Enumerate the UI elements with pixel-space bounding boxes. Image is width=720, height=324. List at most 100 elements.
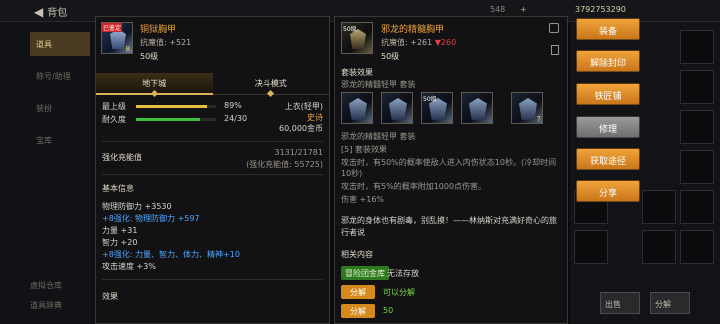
resource-count: 548 bbox=[490, 5, 506, 14]
enhance-value: 3131/21781 bbox=[274, 148, 323, 157]
level-tag: 50级 bbox=[343, 26, 357, 33]
tab-pvp[interactable]: 决斗模式 bbox=[212, 73, 329, 98]
tag-disassemble-text: 可以分解 bbox=[383, 288, 415, 297]
inventory-slot[interactable] bbox=[680, 70, 714, 104]
enhance-sub: (强化充能值: 55725) bbox=[246, 160, 323, 169]
set-piece-slot[interactable] bbox=[461, 92, 493, 124]
stat-line: 攻击速度 +3% bbox=[102, 262, 156, 271]
resist-label: 抗魔值 bbox=[381, 38, 405, 47]
item-name: 铜狱胸甲 bbox=[140, 25, 177, 35]
diamond-icon bbox=[150, 89, 158, 98]
inventory-slot[interactable] bbox=[680, 230, 714, 264]
flavor-text: 邪龙的身体也有剧毒，别乱摸！——林纳斯对充满好奇心的旅行者说 bbox=[341, 216, 557, 237]
inventory-slot[interactable] bbox=[680, 150, 714, 184]
basic-info-title: 基本信息 bbox=[102, 184, 134, 193]
slot-label: 50级 bbox=[423, 96, 437, 103]
slot-num: 7 bbox=[536, 115, 541, 123]
stat-line: 力量 +31 bbox=[102, 226, 138, 235]
item-icon-chest-armor: 已鉴定 8 bbox=[101, 22, 133, 54]
set-name: 邪龙的精髓轻甲 套装 bbox=[341, 80, 416, 89]
item-level: 50级 bbox=[140, 52, 159, 61]
effect-title: 效果 bbox=[102, 292, 118, 301]
tag-disassemble-text: 50 bbox=[383, 306, 394, 315]
set-effect-line: 伤害 +16% bbox=[341, 195, 385, 204]
tab-costume[interactable]: 装扮 bbox=[30, 96, 90, 120]
item-name: 邪龙的精髓胸甲 bbox=[381, 25, 445, 35]
related-title: 相关内容 bbox=[341, 250, 373, 259]
chest-armor-icon bbox=[110, 29, 126, 49]
durability-value: 24/30 bbox=[224, 114, 248, 123]
divider bbox=[102, 141, 323, 142]
rarity: 史诗 bbox=[307, 113, 323, 122]
slot-type: 上衣(轻甲) bbox=[284, 102, 323, 111]
resist-label: 抗魔值 bbox=[140, 38, 164, 47]
armor-piece-icon bbox=[519, 98, 537, 120]
equipped-item-tooltip: 已鉴定 8 铜狱胸甲 抗魔值: +521 50级 地下城 决斗模式 最上级 89… bbox=[95, 16, 330, 324]
identified-badge: 已鉴定 bbox=[102, 23, 123, 32]
tab-titles[interactable]: 称号/助理 bbox=[30, 64, 90, 88]
tag-disassemble: 分解 bbox=[341, 304, 375, 318]
max-level-pct: 89% bbox=[224, 101, 242, 110]
inventory-slot[interactable] bbox=[574, 230, 608, 264]
left-nav: 道具 称号/助理 装扮 宝库 虚拟仓库 道具辞典 bbox=[0, 22, 95, 324]
compare-item-tooltip: 50级 邪龙的精髓胸甲 抗魔值: +261 ▼260 50级 套装效果 邪龙的精… bbox=[334, 16, 568, 324]
stat-line: 物理防御力 +3530 bbox=[102, 202, 172, 211]
inventory-slot[interactable] bbox=[680, 110, 714, 144]
set-piece-slot[interactable]: 50级 bbox=[421, 92, 453, 124]
durability-bar bbox=[136, 118, 216, 121]
tab-dungeon[interactable]: 地下城 bbox=[96, 73, 213, 98]
price: 60,000金币 bbox=[279, 124, 323, 133]
tag-account-storage: 冒险团金库 bbox=[341, 266, 389, 280]
disassemble-button[interactable]: 分解 bbox=[650, 292, 690, 314]
tab-items[interactable]: 道具 bbox=[30, 32, 90, 56]
divider bbox=[102, 279, 323, 280]
enhance-label: 强化充能值 bbox=[102, 153, 142, 162]
set-effect-line: 攻击时，有5%的概率附加1000点伤害。 bbox=[341, 182, 487, 191]
acquire-button[interactable]: 获取途径 bbox=[576, 148, 640, 170]
set-effect-title: 套装效果 bbox=[341, 68, 373, 77]
back-button[interactable]: ◀ 背包 bbox=[34, 4, 67, 19]
durability-label: 耐久度 bbox=[102, 115, 126, 124]
blacksmith-button[interactable]: 铁匠铺 bbox=[576, 83, 640, 105]
tab-pvp-label: 决斗模式 bbox=[254, 79, 287, 88]
inventory-slot[interactable] bbox=[642, 190, 676, 224]
lock-icon[interactable] bbox=[551, 45, 559, 55]
inventory-slot[interactable] bbox=[680, 30, 714, 64]
set-effect-line: 攻击时，有50%的概率使敌人进入内伤状态10秒。(冷却时间10秒) bbox=[341, 158, 557, 178]
virtual-storage-link[interactable]: 虚拟仓库 bbox=[30, 280, 62, 291]
armor-piece-icon bbox=[389, 98, 407, 120]
money-count: 3792753290 bbox=[575, 5, 626, 14]
repair-button[interactable]: 修理 bbox=[576, 116, 640, 138]
gold-add[interactable]: + bbox=[520, 5, 527, 14]
set-piece-slot[interactable] bbox=[341, 92, 373, 124]
set-piece-slot[interactable] bbox=[381, 92, 413, 124]
set-piece-slot[interactable]: 7 bbox=[511, 92, 543, 124]
item-icon-chest-armor: 50级 bbox=[341, 22, 373, 54]
resist-diff: ▼260 bbox=[434, 38, 457, 47]
unseal-button[interactable]: 解除封印 bbox=[576, 50, 640, 72]
tab-storage[interactable]: 宝库 bbox=[30, 128, 90, 152]
stat-line: 智力 +20 bbox=[102, 238, 138, 247]
diamond-icon bbox=[267, 89, 275, 98]
divider bbox=[102, 174, 323, 175]
armor-piece-icon bbox=[469, 98, 487, 120]
tab-dungeon-label: 地下城 bbox=[142, 79, 167, 88]
stat-line: +8强化: 物理防御力 +597 bbox=[102, 214, 200, 223]
stat-line: +8强化: 力量、智力、体力、精神+10 bbox=[102, 250, 240, 259]
resist-value: +521 bbox=[169, 38, 192, 47]
sell-button[interactable]: 出售 bbox=[600, 292, 640, 314]
max-level-label: 最上级 bbox=[102, 102, 126, 111]
share-button[interactable]: 分享 bbox=[576, 180, 640, 202]
set-name: 邪龙的精髓轻甲 套装 bbox=[341, 132, 416, 141]
enhance-level: 8 bbox=[125, 45, 130, 53]
equip-button[interactable]: 装备 bbox=[576, 18, 640, 40]
inventory-slot[interactable] bbox=[680, 190, 714, 224]
inventory-slot[interactable] bbox=[642, 230, 676, 264]
resist-value: +261 bbox=[410, 38, 433, 47]
item-level: 50级 bbox=[381, 52, 400, 61]
share-icon[interactable] bbox=[549, 23, 559, 33]
back-arrow-icon: ◀ bbox=[34, 5, 44, 19]
item-dictionary-link[interactable]: 道具辞典 bbox=[30, 300, 62, 311]
tag-disassemble: 分解 bbox=[341, 285, 375, 299]
back-label: 背包 bbox=[47, 8, 68, 19]
